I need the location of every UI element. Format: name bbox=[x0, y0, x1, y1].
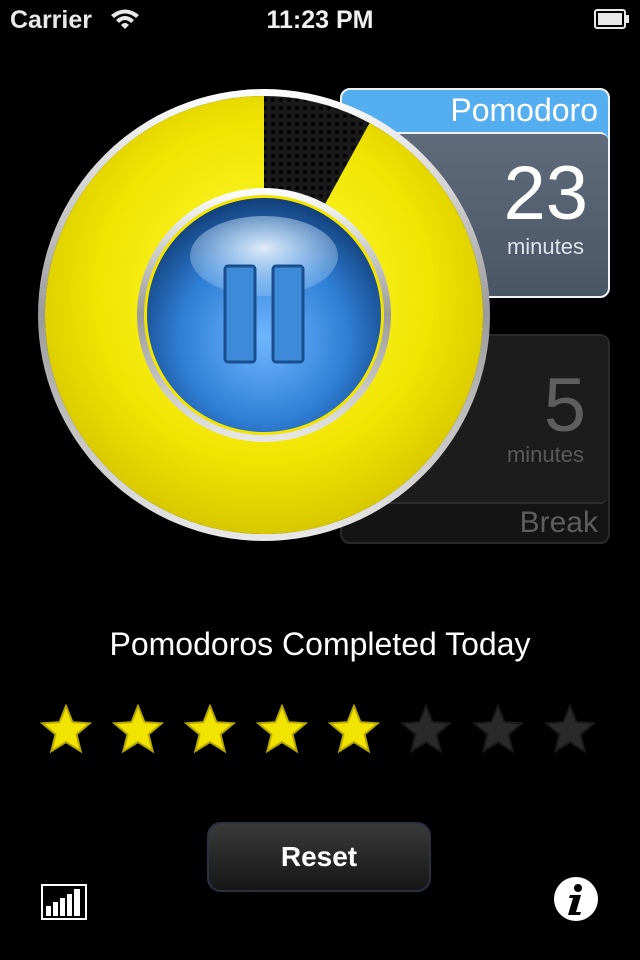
star-icon-filled bbox=[112, 704, 164, 754]
pomodoro-minutes-unit: minutes bbox=[506, 234, 584, 259]
star-icon-filled bbox=[40, 704, 92, 754]
star-icon-empty bbox=[472, 704, 524, 754]
status-bar: Carrier 11:23 PM bbox=[0, 0, 640, 40]
star-icon-filled bbox=[184, 704, 236, 754]
pomodoro-minutes-value: 23 bbox=[503, 151, 588, 236]
star-icon-empty bbox=[544, 704, 596, 754]
break-minutes-unit: minutes bbox=[506, 442, 584, 467]
star-icon-empty bbox=[400, 704, 452, 754]
info-icon[interactable] bbox=[553, 876, 599, 922]
star-icon-filled bbox=[256, 704, 308, 754]
battery-icon bbox=[594, 9, 629, 29]
star-icon-filled bbox=[328, 704, 380, 754]
break-minutes-value: 5 bbox=[543, 363, 586, 448]
bar-chart-icon[interactable] bbox=[41, 884, 87, 920]
timer-dial[interactable] bbox=[37, 88, 491, 542]
status-time: 11:23 PM bbox=[266, 6, 374, 34]
completed-title: Pomodoros Completed Today bbox=[109, 626, 531, 662]
break-label: Break bbox=[519, 506, 598, 539]
completed-stars bbox=[40, 704, 600, 756]
reset-button[interactable]: Reset bbox=[207, 822, 431, 892]
pause-button[interactable] bbox=[147, 198, 381, 432]
